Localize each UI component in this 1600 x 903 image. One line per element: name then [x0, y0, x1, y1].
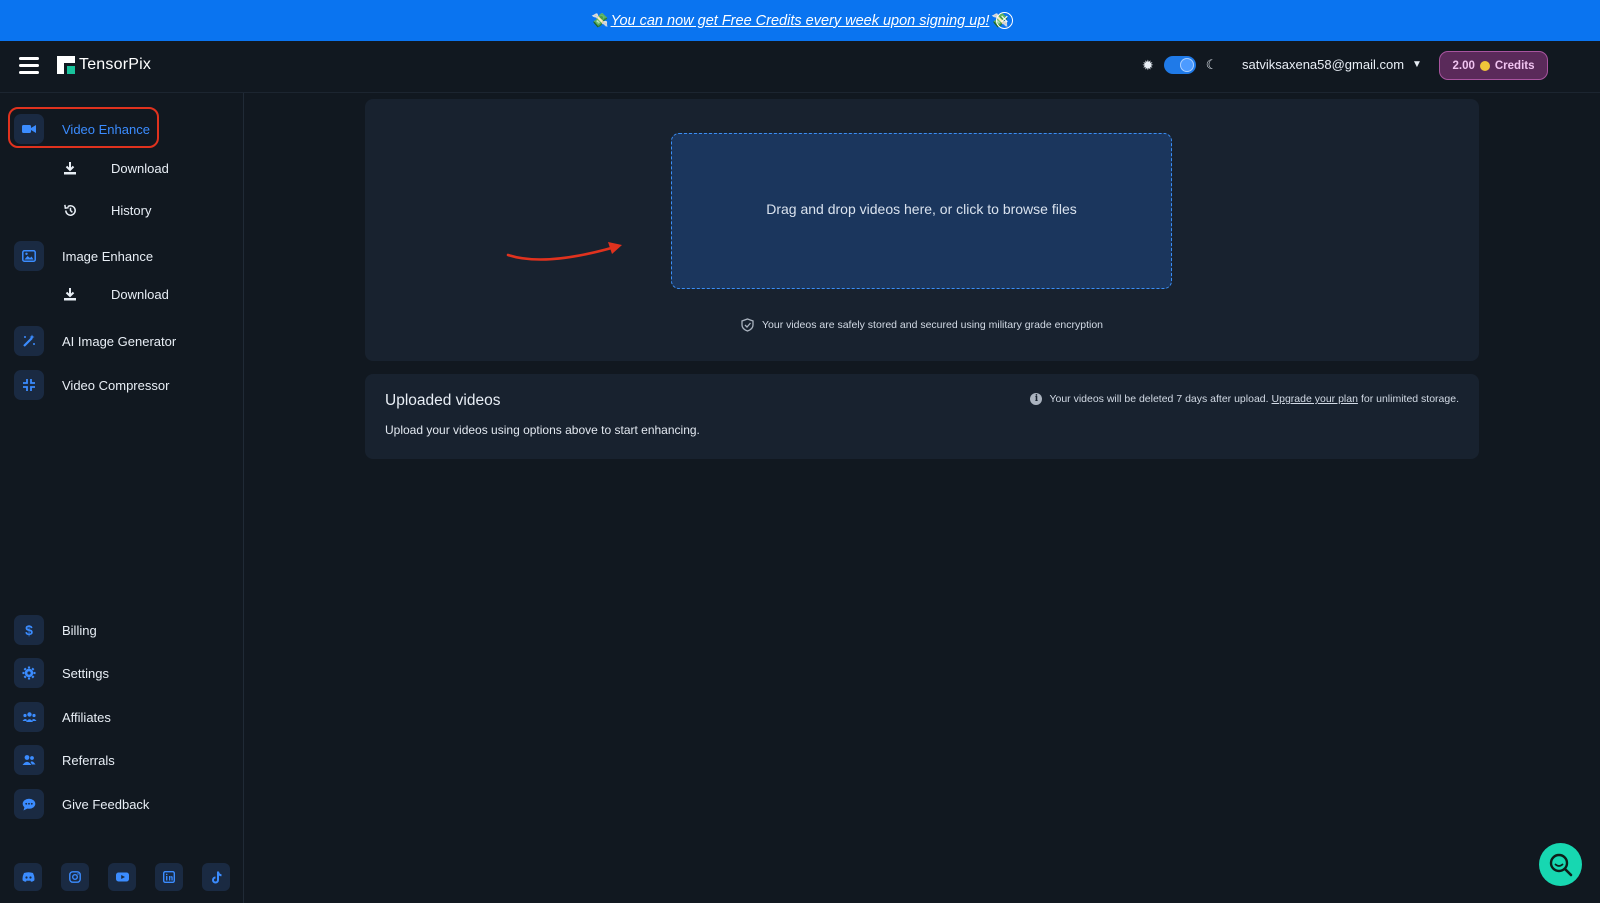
hamburger-menu-icon[interactable] [19, 57, 39, 75]
credits-button[interactable]: 2.00 Credits [1439, 51, 1548, 80]
upgrade-plan-link[interactable]: Upgrade your plan [1272, 393, 1358, 405]
tiktok-icon[interactable] [202, 863, 230, 891]
download-icon [62, 160, 78, 176]
sidebar-item-label: Settings [62, 665, 109, 681]
sidebar-item-video-download[interactable]: Download [62, 160, 169, 176]
brand-name: TensorPix [79, 56, 152, 73]
download-icon [62, 286, 78, 302]
sidebar-item-video-enhance[interactable]: Video Enhance [14, 114, 150, 144]
sidebar-item-label: Billing [62, 622, 97, 638]
uploaded-videos-card: Uploaded videos Upload your videos using… [365, 374, 1479, 459]
chevron-down-icon: ▼ [1412, 59, 1422, 70]
account-dropdown[interactable]: satviksaxena58@gmail.com ▼ [1242, 57, 1422, 72]
instagram-icon[interactable] [61, 863, 89, 891]
money-wings-emoji-icon: 💸 [591, 12, 609, 28]
notice-text: Your videos will be deleted 7 days after… [1049, 393, 1269, 405]
dark-mode-toggle[interactable] [1163, 56, 1196, 74]
sidebar-item-label: Video Enhance [62, 121, 150, 137]
search-icon [1549, 853, 1572, 876]
sun-icon: ✹ [1142, 56, 1154, 73]
credits-label: Credits [1494, 59, 1535, 72]
sidebar-item-image-download[interactable]: Download [62, 286, 169, 302]
close-banner-icon[interactable]: ✕ [996, 12, 1013, 29]
storage-notice: i Your videos will be deleted 7 days aft… [1030, 393, 1459, 405]
sidebar-item-label: Affiliates [62, 709, 111, 725]
section-title: Uploaded videos [385, 392, 501, 409]
chat-bubble-icon [14, 789, 44, 819]
theme-switcher: ✹ ☾ [1142, 56, 1217, 74]
sidebar-item-referrals[interactable]: Referrals [14, 745, 115, 775]
history-icon [62, 202, 78, 218]
promo-link[interactable]: You can now get Free Credits every week … [611, 13, 990, 29]
linkedin-icon[interactable] [155, 863, 183, 891]
sidebar-item-ai-image-generator[interactable]: AI Image Generator [14, 326, 176, 356]
red-arrow-annotation [506, 242, 622, 261]
sidebar-item-billing[interactable]: $ Billing [14, 615, 97, 645]
security-text: Your videos are safely stored and secure… [761, 319, 1104, 331]
upload-card: Drag and drop videos here, or click to b… [365, 99, 1479, 361]
sidebar-item-label: Download [111, 286, 169, 302]
users-icon [14, 702, 44, 732]
gear-icon [14, 658, 44, 688]
sidebar-item-label: History [111, 202, 152, 218]
brand-logo[interactable]: TensorPix [57, 56, 151, 74]
sidebar-item-settings[interactable]: Settings [14, 658, 109, 688]
sidebar: Video Enhance Download History Image Enh… [0, 93, 244, 903]
sidebar-item-video-compressor[interactable]: Video Compressor [14, 370, 169, 400]
sidebar-item-image-enhance[interactable]: Image Enhance [14, 241, 153, 271]
user-group-icon [14, 745, 44, 775]
sidebar-item-label: Give Feedback [62, 796, 150, 812]
compress-icon [14, 370, 44, 400]
account-email: satviksaxena58@gmail.com [1242, 57, 1405, 72]
discord-icon[interactable] [14, 863, 42, 891]
logo-mark-icon [57, 56, 75, 74]
youtube-icon[interactable] [108, 863, 136, 891]
sidebar-item-label: Video Compressor [62, 377, 170, 393]
sidebar-item-label: AI Image Generator [62, 333, 177, 349]
sidebar-item-history[interactable]: History [62, 202, 151, 218]
empty-state-text: Upload your videos using options above t… [385, 423, 700, 437]
sidebar-item-label: Download [111, 160, 169, 176]
sidebar-item-label: Referrals [62, 752, 115, 768]
notice-text-end: for unlimited storage. [1360, 393, 1459, 405]
top-header: TensorPix ✹ ☾ satviksaxena58@gmail.com ▼… [0, 41, 1600, 93]
sidebar-item-label: Image Enhance [62, 248, 154, 264]
coin-icon [1479, 60, 1490, 71]
image-icon [14, 241, 44, 271]
moon-icon: ☾ [1205, 57, 1218, 72]
promo-banner: 💸 You can now get Free Credits every wee… [0, 0, 1600, 41]
help-search-button[interactable] [1539, 843, 1582, 886]
video-dropzone[interactable]: Drag and drop videos here, or click to b… [671, 133, 1172, 289]
dollar-icon: $ [14, 615, 44, 645]
video-camera-icon [14, 114, 44, 144]
credits-value: 2.00 [1452, 59, 1475, 72]
shield-check-icon [741, 318, 754, 332]
sidebar-item-give-feedback[interactable]: Give Feedback [14, 789, 149, 819]
dropzone-text: Drag and drop videos here, or click to b… [766, 201, 1077, 217]
magic-wand-icon [14, 326, 44, 356]
sidebar-item-affiliates[interactable]: Affiliates [14, 702, 111, 732]
info-icon: i [1030, 393, 1043, 405]
security-note: Your videos are safely stored and secure… [365, 318, 1479, 332]
social-links [14, 863, 249, 891]
